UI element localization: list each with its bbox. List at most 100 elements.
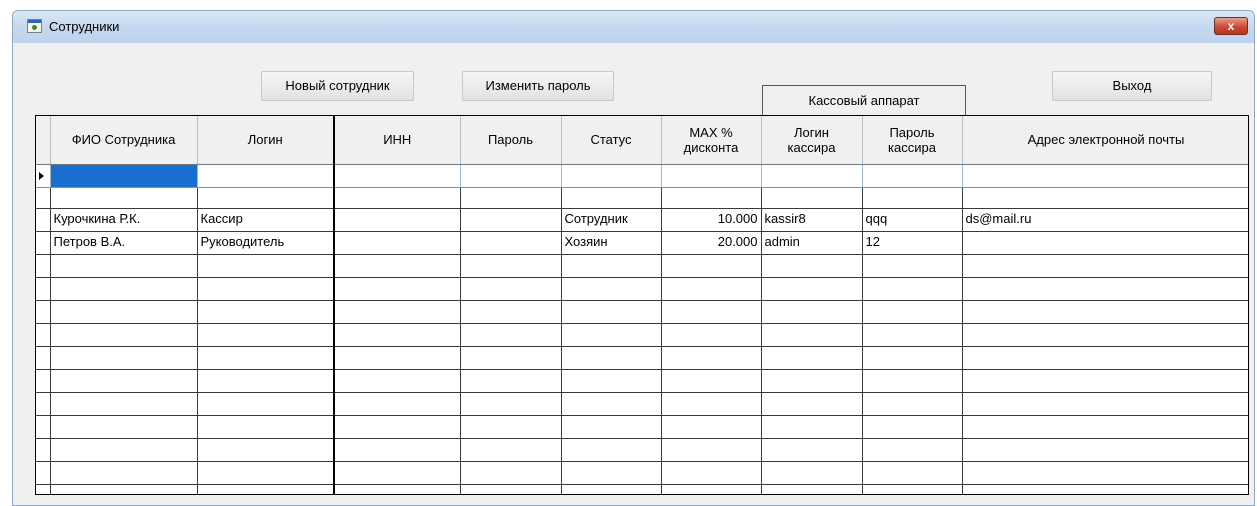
- new-record-row[interactable]: [36, 164, 1248, 188]
- empty-row[interactable]: [36, 438, 1248, 462]
- table-cell[interactable]: [661, 277, 762, 301]
- table-cell[interactable]: [334, 461, 461, 485]
- table-cell[interactable]: [862, 461, 963, 485]
- table-cell[interactable]: [962, 323, 1248, 347]
- empty-row[interactable]: [36, 300, 1248, 324]
- table-cell[interactable]: [460, 461, 562, 485]
- table-cell[interactable]: [561, 300, 662, 324]
- table-cell[interactable]: [334, 484, 461, 494]
- cell-cashier-login[interactable]: admin: [761, 231, 863, 255]
- table-cell[interactable]: [50, 392, 198, 416]
- table-cell[interactable]: [761, 369, 863, 393]
- table-cell[interactable]: [50, 369, 198, 393]
- table-cell[interactable]: [661, 254, 762, 278]
- col-header-inn[interactable]: ИНН: [334, 116, 461, 165]
- exit-button[interactable]: Выход: [1052, 71, 1212, 101]
- cell-cashier-password[interactable]: qqq: [862, 208, 963, 232]
- table-cell[interactable]: [561, 415, 662, 439]
- table-cell[interactable]: [862, 438, 963, 462]
- cell-name[interactable]: Курочкина Р.К.: [50, 208, 198, 232]
- col-header-cashier-login[interactable]: Логин кассира: [761, 116, 863, 165]
- table-cell[interactable]: [962, 461, 1248, 485]
- table-cell[interactable]: [661, 369, 762, 393]
- table-cell[interactable]: [561, 461, 662, 485]
- table-cell[interactable]: [962, 484, 1248, 494]
- table-cell[interactable]: [334, 415, 461, 439]
- table-cell[interactable]: [862, 369, 963, 393]
- cell-email[interactable]: ds@mail.ru: [962, 208, 1248, 232]
- table-cell[interactable]: [862, 187, 963, 209]
- cell-login[interactable]: Кассир: [197, 208, 335, 232]
- table-cell[interactable]: [334, 438, 461, 462]
- cell-name[interactable]: Петров В.А.: [50, 231, 198, 255]
- table-cell[interactable]: [50, 254, 198, 278]
- table-cell[interactable]: [460, 484, 562, 494]
- table-cell[interactable]: [334, 300, 461, 324]
- table-cell[interactable]: [962, 392, 1248, 416]
- table-cell[interactable]: [661, 438, 762, 462]
- table-cell[interactable]: [962, 187, 1248, 209]
- table-cell[interactable]: [761, 323, 863, 347]
- table-cell[interactable]: [962, 300, 1248, 324]
- table-cell[interactable]: [50, 415, 198, 439]
- table-cell[interactable]: [460, 277, 562, 301]
- table-cell[interactable]: [460, 346, 562, 370]
- col-header-email[interactable]: Адрес электронной почты: [962, 116, 1248, 165]
- table-cell[interactable]: [561, 277, 662, 301]
- table-cell[interactable]: [862, 277, 963, 301]
- table-cell[interactable]: [862, 164, 963, 188]
- table-cell[interactable]: [50, 461, 198, 485]
- table-cell[interactable]: [50, 187, 198, 209]
- table-cell[interactable]: [50, 277, 198, 301]
- change-password-button[interactable]: Изменить пароль: [462, 71, 614, 101]
- table-cell[interactable]: [197, 346, 335, 370]
- table-cell[interactable]: [50, 300, 198, 324]
- table-cell[interactable]: [334, 164, 461, 188]
- table-cell[interactable]: [197, 392, 335, 416]
- table-cell[interactable]: [334, 254, 461, 278]
- table-cell[interactable]: [761, 187, 863, 209]
- cell-inn[interactable]: [334, 208, 461, 232]
- table-cell[interactable]: [761, 254, 863, 278]
- table-cell[interactable]: [197, 277, 335, 301]
- empty-row[interactable]: [36, 415, 1248, 439]
- table-cell[interactable]: [862, 392, 963, 416]
- table-cell[interactable]: [962, 346, 1248, 370]
- table-cell[interactable]: [50, 484, 198, 494]
- table-cell[interactable]: [761, 346, 863, 370]
- table-cell[interactable]: [962, 164, 1248, 188]
- table-cell[interactable]: [962, 415, 1248, 439]
- empty-row[interactable]: [36, 346, 1248, 370]
- table-cell[interactable]: [197, 164, 335, 188]
- close-button[interactable]: x: [1214, 17, 1248, 35]
- cell-password[interactable]: [460, 208, 562, 232]
- table-cell[interactable]: [197, 369, 335, 393]
- table-cell[interactable]: [661, 323, 762, 347]
- table-cell[interactable]: [561, 392, 662, 416]
- table-cell[interactable]: [197, 300, 335, 324]
- table-cell[interactable]: [862, 415, 963, 439]
- table-row[interactable]: Петров В.А. Руководитель Хозяин 20.000 a…: [36, 231, 1248, 255]
- table-cell[interactable]: [460, 392, 562, 416]
- empty-row[interactable]: [36, 461, 1248, 485]
- table-cell[interactable]: [50, 323, 198, 347]
- table-cell[interactable]: [197, 415, 335, 439]
- table-cell[interactable]: [962, 369, 1248, 393]
- table-cell[interactable]: [862, 300, 963, 324]
- table-cell[interactable]: [460, 300, 562, 324]
- table-cell[interactable]: [761, 415, 863, 439]
- table-row[interactable]: Курочкина Р.К. Кассир Сотрудник 10.000 k…: [36, 208, 1248, 232]
- cell-cashier-password[interactable]: 12: [862, 231, 963, 255]
- table-cell[interactable]: [661, 300, 762, 324]
- col-header-cashier-password[interactable]: Пароль кассира: [862, 116, 963, 165]
- table-cell[interactable]: [761, 277, 863, 301]
- table-cell[interactable]: [661, 484, 762, 494]
- table-cell[interactable]: [197, 438, 335, 462]
- table-cell[interactable]: [862, 484, 963, 494]
- col-header-login[interactable]: Логин: [197, 116, 335, 165]
- table-cell[interactable]: [862, 254, 963, 278]
- table-cell[interactable]: [862, 346, 963, 370]
- cell-login[interactable]: Руководитель: [197, 231, 335, 255]
- table-cell[interactable]: [197, 187, 335, 209]
- table-cell[interactable]: [460, 164, 562, 188]
